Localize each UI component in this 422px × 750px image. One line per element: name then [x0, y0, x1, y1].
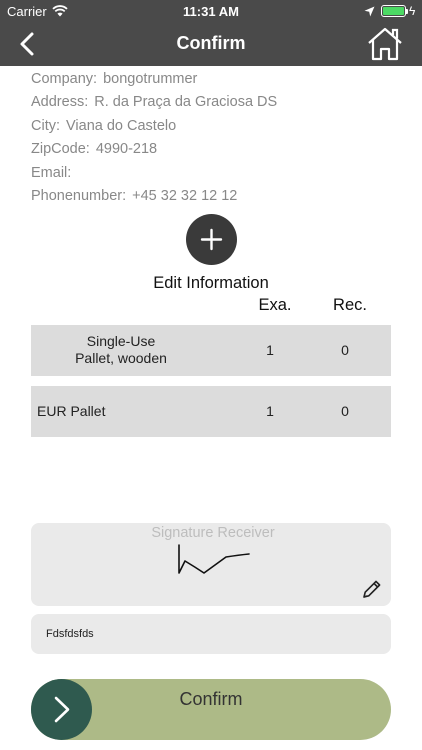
item-name: EUR Pallet: [37, 403, 106, 419]
battery-icon: [381, 5, 406, 17]
header-rec: Rec.: [333, 296, 367, 314]
zipcode-row: ZipCode: 4990-218: [31, 141, 158, 158]
plus-icon: [200, 228, 223, 251]
table-row[interactable]: EUR Pallet 1 0: [31, 386, 391, 437]
add-button[interactable]: [186, 214, 237, 265]
table-row[interactable]: Single-Use Pallet, wooden 1 0: [31, 325, 391, 376]
nav-bar: Confirm: [0, 22, 422, 66]
item-rec-value: 0: [341, 342, 349, 358]
item-name: Single-Use Pallet, wooden: [75, 333, 167, 366]
battery-level: [383, 7, 404, 15]
page-title: Confirm: [176, 33, 246, 53]
signature-placeholder: Signature Receiver: [151, 525, 275, 541]
item-exa-value: 1: [266, 342, 274, 358]
home-button[interactable]: [366, 26, 404, 62]
confirm-screen: Carrier 11:31 AM ϟ Confirm Company: bong…: [0, 0, 422, 750]
item-exa-value: 1: [266, 403, 274, 419]
signature-drawing: [178, 544, 250, 574]
item-rec-value: 0: [341, 403, 349, 419]
customer-info: Company: bongotrummer Address: R. da Praça…: [31, 70, 277, 210]
battery-tip: [406, 9, 408, 14]
home-icon: [368, 27, 402, 61]
location-arrow-icon: [364, 4, 375, 22]
phone-row: Phonenumber: +45 32 32 12 12: [31, 187, 238, 204]
edit-information-link[interactable]: Edit Information: [0, 274, 422, 293]
confirm-slider[interactable]: Confirm: [31, 679, 391, 740]
edit-signature-button[interactable]: [361, 578, 383, 600]
charging-icon: ϟ: [409, 4, 416, 18]
header-exa: Exa.: [258, 296, 292, 314]
chevron-right-icon: [54, 696, 70, 723]
clock: 11:31 AM: [183, 4, 239, 19]
receiver-name-field[interactable]: Fdsfdsfds: [31, 614, 391, 654]
status-bar: Carrier 11:31 AM ϟ: [0, 0, 422, 22]
company-row: Company: bongotrummer: [31, 71, 198, 87]
address-row: Address: R. da Praça da Graciosa DS: [31, 94, 278, 111]
signature-pad[interactable]: Signature Receiver: [31, 523, 391, 606]
pencil-icon: [363, 580, 381, 598]
city-row: City: Viana do Castelo: [31, 117, 177, 134]
confirm-slider-handle[interactable]: [31, 679, 92, 740]
email-row: Email:: [31, 164, 72, 181]
